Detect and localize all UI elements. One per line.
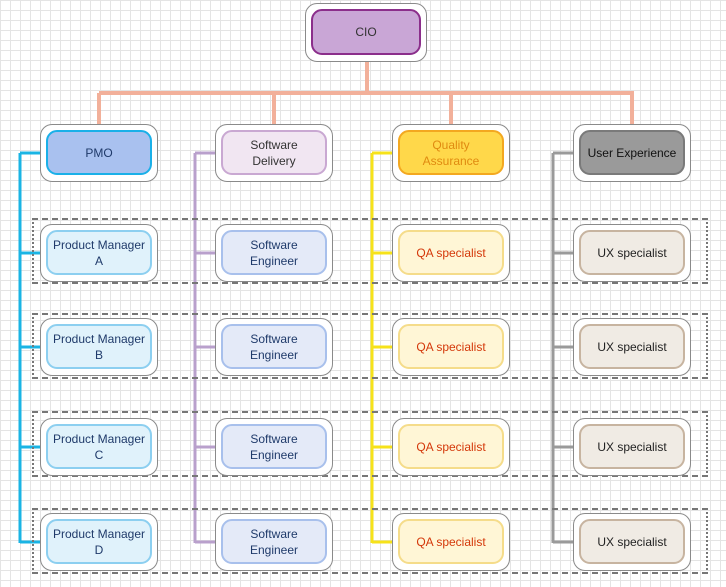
node-child[interactable]: UX specialist <box>573 224 691 282</box>
node-child[interactable]: Software Engineer <box>215 418 333 476</box>
node-child-label: Product Manager D <box>46 519 152 564</box>
node-child[interactable]: Software Engineer <box>215 513 333 571</box>
node-child-label: Software Engineer <box>221 324 327 369</box>
node-cio[interactable]: CIO <box>305 3 427 62</box>
node-child[interactable]: Software Engineer <box>215 224 333 282</box>
node-child[interactable]: UX specialist <box>573 318 691 376</box>
node-child-label: Software Engineer <box>221 424 327 469</box>
node-child[interactable]: QA specialist <box>392 318 510 376</box>
node-software-delivery[interactable]: Software Delivery <box>215 124 333 182</box>
node-quality-assurance[interactable]: Quality Assurance <box>392 124 510 182</box>
node-software-delivery-label: Software Delivery <box>221 130 327 175</box>
node-quality-assurance-label: Quality Assurance <box>398 130 504 175</box>
node-child-label: QA specialist <box>398 519 504 564</box>
node-child[interactable]: QA specialist <box>392 418 510 476</box>
node-user-experience-label: User Experience <box>579 130 685 175</box>
node-cio-label: CIO <box>311 9 421 55</box>
node-child[interactable]: Product Manager B <box>40 318 158 376</box>
node-child[interactable]: Product Manager D <box>40 513 158 571</box>
node-child-label: UX specialist <box>579 230 685 275</box>
node-child-label: QA specialist <box>398 324 504 369</box>
node-child-label: QA specialist <box>398 424 504 469</box>
node-child-label: Product Manager A <box>46 230 152 275</box>
node-child[interactable]: QA specialist <box>392 224 510 282</box>
node-child[interactable]: UX specialist <box>573 418 691 476</box>
node-child[interactable]: Product Manager A <box>40 224 158 282</box>
node-child-label: Product Manager C <box>46 424 152 469</box>
node-child[interactable]: Product Manager C <box>40 418 158 476</box>
node-pmo-label: PMO <box>46 130 152 175</box>
node-child-label: Software Engineer <box>221 230 327 275</box>
node-child-label: Product Manager B <box>46 324 152 369</box>
node-user-experience[interactable]: User Experience <box>573 124 691 182</box>
node-child-label: QA specialist <box>398 230 504 275</box>
node-child-label: Software Engineer <box>221 519 327 564</box>
connector-lines <box>18 62 634 544</box>
node-child-label: UX specialist <box>579 324 685 369</box>
node-child[interactable]: QA specialist <box>392 513 510 571</box>
node-child-label: UX specialist <box>579 424 685 469</box>
node-pmo[interactable]: PMO <box>40 124 158 182</box>
node-child[interactable]: Software Engineer <box>215 318 333 376</box>
node-child[interactable]: UX specialist <box>573 513 691 571</box>
node-child-label: UX specialist <box>579 519 685 564</box>
